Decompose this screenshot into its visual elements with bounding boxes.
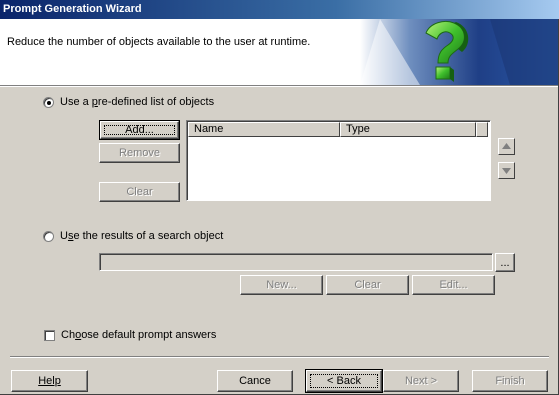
predefined-list-label[interactable]: Use a pre-defined list of objects xyxy=(60,96,214,108)
column-header-name[interactable]: Name xyxy=(188,122,340,137)
new-search-button[interactable]: New... xyxy=(240,275,323,295)
column-header-type[interactable]: Type xyxy=(340,122,476,137)
add-button[interactable]: Add... xyxy=(99,120,180,140)
move-down-button[interactable] xyxy=(498,162,515,179)
default-answers-label[interactable]: Choose default prompt answers xyxy=(61,329,216,341)
search-object-field xyxy=(99,253,493,271)
remove-button[interactable]: Remove xyxy=(99,143,180,163)
header-description: Reduce the number of objects available t… xyxy=(7,36,311,48)
search-object-label[interactable]: Use the results of a search object xyxy=(60,230,223,242)
objects-list[interactable]: Name Type xyxy=(186,120,491,201)
arrow-up-icon xyxy=(502,143,511,149)
search-object-radio[interactable] xyxy=(43,231,54,242)
back-button[interactable]: < Back xyxy=(305,369,383,393)
move-up-button[interactable] xyxy=(498,138,515,155)
help-button[interactable]: Help xyxy=(11,370,88,392)
arrow-down-icon xyxy=(502,168,511,174)
predefined-list-radio[interactable] xyxy=(43,97,54,108)
wizard-question-mark-icon xyxy=(360,19,558,85)
window-title: Prompt Generation Wizard xyxy=(3,3,142,15)
title-bar: Prompt Generation Wizard xyxy=(0,0,559,19)
browse-button[interactable]: ... xyxy=(495,253,515,272)
column-header-filler xyxy=(476,122,488,137)
footer-separator xyxy=(10,356,549,358)
edit-search-button[interactable]: Edit... xyxy=(412,275,495,295)
clear-list-button[interactable]: Clear xyxy=(99,182,180,202)
wizard-header: Reduce the number of objects available t… xyxy=(0,19,558,86)
finish-button[interactable]: Finish xyxy=(472,370,548,392)
cancel-button[interactable]: Cance xyxy=(217,370,293,392)
wizard-window: Prompt Generation Wizard Reduce the numb… xyxy=(0,0,559,395)
clear-search-button[interactable]: Clear xyxy=(326,275,409,295)
default-answers-checkbox[interactable] xyxy=(44,330,55,341)
next-button[interactable]: Next > xyxy=(383,370,459,392)
